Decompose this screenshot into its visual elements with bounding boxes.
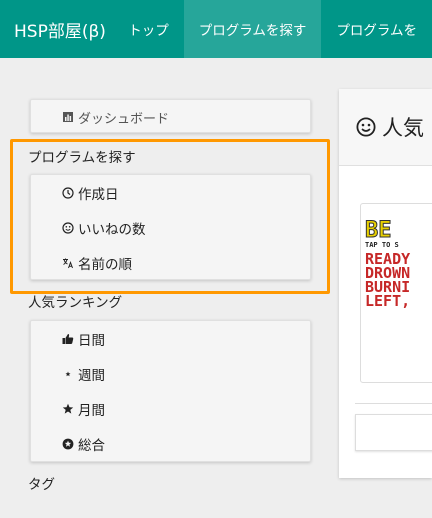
thumbnail-line: TAP TO S [365, 241, 399, 249]
sidebar-item-label: いいねの数 [78, 221, 146, 238]
sidebar-item-overall[interactable]: 総合 [31, 426, 310, 461]
sidebar-item-daily[interactable]: 日間 [31, 321, 310, 356]
sidebar-item-monthly[interactable]: 月間 [31, 391, 310, 426]
smile-icon [61, 221, 75, 235]
small-star-icon [61, 367, 75, 381]
panel-footer-box[interactable] [355, 414, 432, 451]
brand-logo[interactable]: HSP部屋(β) [0, 17, 113, 42]
program-thumbnail[interactable]: BE TAP TO S READY DROWN BURNI LEFT, [360, 203, 432, 383]
sidebar-item-label: 名前の順 [78, 256, 132, 273]
translate-icon [61, 256, 75, 270]
sidebar-item-created-date[interactable]: 作成日 [31, 175, 310, 210]
nav-item-programs[interactable]: プログラムを [321, 0, 432, 58]
section-title-ranking: 人気ランキング [28, 295, 123, 311]
panel-divider [355, 403, 432, 404]
sidebar-item-likes[interactable]: いいねの数 [31, 210, 310, 245]
thumbnail-line: BE [365, 218, 392, 243]
popular-panel-title: 人気 [382, 116, 424, 140]
star-circle-icon [61, 437, 75, 451]
popular-panel: 人気 BE TAP TO S READY DROWN BURNI LEFT, [339, 89, 432, 478]
sidebar-item-label: 作成日 [78, 186, 119, 203]
sidebar-item-dashboard[interactable]: ダッシュボード [31, 100, 310, 134]
ranking-card: 日間 週間 月間 総合 [30, 320, 311, 462]
sidebar-item-label: 週間 [78, 367, 105, 384]
thumbs-up-icon [61, 332, 75, 346]
bar-chart-icon [61, 110, 75, 124]
star-icon [61, 402, 75, 416]
nav-item-top[interactable]: トップ [113, 0, 184, 58]
sidebar-item-label: 月間 [78, 402, 105, 419]
sidebar-item-label: ダッシュボード [78, 111, 170, 127]
smile-icon [356, 117, 376, 137]
clock-icon [61, 186, 75, 200]
top-navbar: HSP部屋(β) トップ プログラムを探す プログラムを [0, 0, 432, 58]
sidebar-item-name-order[interactable]: 名前の順 [31, 245, 310, 280]
dashboard-card: ダッシュボード [30, 99, 311, 133]
sidebar-item-label: 総合 [78, 437, 105, 454]
search-programs-card: 作成日 いいねの数 名前の順 [30, 174, 311, 280]
popular-panel-header: 人気 [339, 89, 432, 166]
sidebar-item-label: 日間 [78, 332, 105, 349]
section-title-search-programs: プログラムを探す [28, 150, 136, 166]
section-title-tags: タグ [28, 477, 55, 493]
sidebar-item-weekly[interactable]: 週間 [31, 356, 310, 391]
nav-item-search-programs[interactable]: プログラムを探す [183, 0, 322, 58]
thumbnail-line: LEFT, [365, 292, 411, 310]
